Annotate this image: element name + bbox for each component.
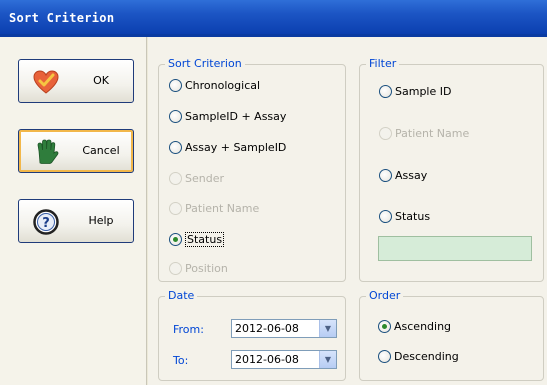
order-option-ascending[interactable]: Ascending xyxy=(378,320,451,333)
ok-label: OK xyxy=(93,74,109,87)
help-label: Help xyxy=(88,214,114,227)
from-date-value: 2012-06-08 xyxy=(235,322,299,335)
radio-button xyxy=(169,202,182,215)
filter-legend: Filter xyxy=(366,57,400,70)
sort-option-assay-sampleid[interactable]: Assay + SampleID xyxy=(169,141,286,154)
sort-option-patient-name: Patient Name xyxy=(169,202,259,215)
radio-button[interactable] xyxy=(169,141,182,154)
radio-button-selected[interactable] xyxy=(378,320,391,333)
radio-label: Ascending xyxy=(394,320,452,333)
order-legend: Order xyxy=(366,289,404,302)
help-question-icon: ? xyxy=(32,209,60,235)
radio-button-selected[interactable] xyxy=(169,233,182,246)
radio-label: Status xyxy=(185,232,225,247)
radio-button[interactable] xyxy=(379,85,392,98)
sort-criterion-legend: Sort Criterion xyxy=(165,57,245,70)
sort-option-sender: Sender xyxy=(169,172,224,185)
filter-option-status[interactable]: Status xyxy=(379,210,430,223)
ok-button[interactable]: OK xyxy=(18,59,134,103)
radio-button[interactable] xyxy=(379,169,392,182)
order-option-descending[interactable]: Descending xyxy=(378,350,459,363)
radio-label: Descending xyxy=(394,350,459,363)
date-group: Date From: 2012-06-08 ▼ To: 2012-06-08 ▼ xyxy=(158,289,346,381)
radio-label: Patient Name xyxy=(395,127,470,140)
cancel-button[interactable]: Cancel xyxy=(18,129,134,173)
to-date-combo[interactable]: 2012-06-08 ▼ xyxy=(231,350,337,369)
sort-option-position: Position xyxy=(169,262,228,275)
filter-option-assay[interactable]: Assay xyxy=(379,169,427,182)
order-group: Order Ascending Descending xyxy=(359,289,544,381)
title-bar[interactable]: Sort Criterion xyxy=(0,0,547,37)
radio-label: Assay + SampleID xyxy=(185,141,287,154)
window-title: Sort Criterion xyxy=(9,11,115,25)
radio-label: Chronological xyxy=(185,79,261,92)
to-label: To: xyxy=(173,354,189,367)
chevron-down-icon[interactable]: ▼ xyxy=(319,320,336,337)
radio-label: Status xyxy=(395,210,431,223)
radio-label: Patient Name xyxy=(185,202,260,215)
heart-check-icon xyxy=(32,69,60,95)
svg-text:?: ? xyxy=(42,216,50,231)
radio-button[interactable] xyxy=(379,210,392,223)
sort-option-status[interactable]: Status xyxy=(169,232,225,247)
radio-button[interactable] xyxy=(169,110,182,123)
sort-criterion-group: Sort Criterion Chronological SampleID + … xyxy=(158,57,346,282)
hand-stop-icon xyxy=(32,139,60,165)
radio-button[interactable] xyxy=(378,350,391,363)
radio-button xyxy=(379,127,392,140)
sort-criterion-dialog: Sort Criterion OK Cancel ? Help Sort Cri… xyxy=(0,0,547,385)
radio-button[interactable] xyxy=(169,79,182,92)
sort-option-chronological[interactable]: Chronological xyxy=(169,79,260,92)
from-label: From: xyxy=(173,323,204,336)
radio-button xyxy=(169,172,182,185)
to-date-value: 2012-06-08 xyxy=(235,353,299,366)
help-button[interactable]: ? Help xyxy=(18,199,134,243)
radio-label: SampleID + Assay xyxy=(185,110,287,123)
cancel-label: Cancel xyxy=(82,144,120,157)
date-legend: Date xyxy=(165,289,198,302)
radio-label: Assay xyxy=(395,169,428,182)
from-date-combo[interactable]: 2012-06-08 ▼ xyxy=(231,319,337,338)
criteria-panel: Sort Criterion Chronological SampleID + … xyxy=(148,37,547,385)
radio-button xyxy=(169,262,182,275)
sort-option-sampleid-assay[interactable]: SampleID + Assay xyxy=(169,110,286,123)
button-pane: OK Cancel ? Help xyxy=(0,37,147,385)
radio-label: Sender xyxy=(185,172,224,185)
chevron-down-icon[interactable]: ▼ xyxy=(319,351,336,368)
filter-option-patient-name: Patient Name xyxy=(379,127,469,140)
radio-label: Sample ID xyxy=(395,85,452,98)
filter-option-sample-id[interactable]: Sample ID xyxy=(379,85,451,98)
radio-label: Position xyxy=(185,262,228,275)
filter-value-input[interactable] xyxy=(378,236,532,261)
